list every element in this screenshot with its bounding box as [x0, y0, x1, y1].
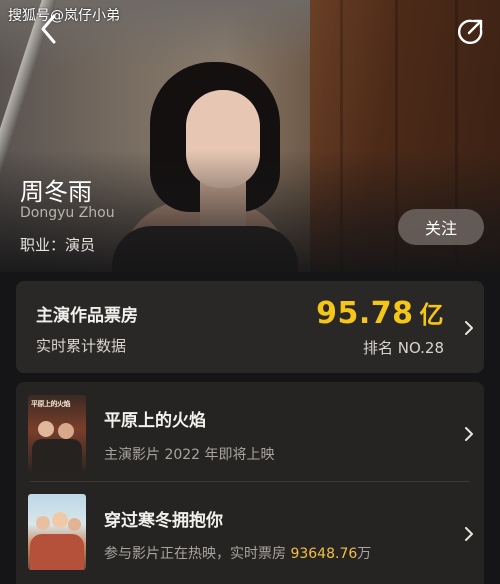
works-list: 平原上的火焰 平原上的火焰 主演影片 2022 年即将上映 穿过寒冬拥抱你 参与…: [16, 382, 484, 584]
share-icon[interactable]: [456, 18, 484, 46]
actor-name: 周冬雨: [20, 178, 92, 206]
work-title: 穿过寒冬拥抱你: [104, 511, 223, 531]
poster-figure: [58, 423, 74, 439]
work-box-office-value: 93648.76: [290, 546, 358, 562]
follow-button[interactable]: 关注: [398, 209, 484, 245]
work-description: 主演影片 2022 年即将上映: [104, 447, 275, 463]
watermark: 搜狐号@岚仔小弟: [8, 8, 120, 24]
poster-figure: [68, 518, 81, 531]
box-office-subtitle: 实时累计数据: [36, 337, 127, 355]
box-office-value: 95.78 亿: [316, 295, 444, 331]
box-office-title: 主演作品票房: [36, 306, 138, 326]
box-office-rank: 排名 NO.28: [362, 339, 444, 357]
work-description-unit: 万: [357, 546, 372, 562]
poster-figure: [36, 516, 50, 530]
chevron-right-icon: [462, 526, 476, 541]
list-item[interactable]: 平原上的火焰 平原上的火焰 主演影片 2022 年即将上映: [16, 382, 484, 482]
work-description-text: 参与影片正在热映，实时票房: [104, 546, 291, 562]
box-office-amount: 95.78: [316, 296, 414, 331]
chevron-left-icon[interactable]: [36, 12, 62, 46]
chevron-right-icon: [462, 426, 476, 441]
chevron-right-icon: [462, 320, 476, 335]
movie-poster: [28, 494, 86, 570]
box-office-card[interactable]: 主演作品票房 实时累计数据 95.78 亿 排名 NO.28: [16, 281, 484, 373]
list-item[interactable]: 穿过寒冬拥抱你 参与影片正在热映，实时票房 93648.76万: [16, 482, 484, 582]
poster-figure: [38, 421, 54, 437]
poster-title: 平原上的火焰: [31, 400, 71, 408]
actor-name-en: Dongyu Zhou: [20, 205, 115, 221]
actor-occupation: 职业：演员: [20, 236, 96, 254]
poster-figure-body: [30, 534, 84, 570]
work-title: 平原上的火焰: [104, 411, 206, 431]
box-office-unit: 亿: [419, 301, 444, 329]
poster-figure: [52, 512, 68, 528]
work-description: 参与影片正在热映，实时票房 93648.76万: [104, 543, 371, 563]
poster-figure-body: [32, 439, 82, 471]
movie-poster: 平原上的火焰: [28, 395, 86, 471]
